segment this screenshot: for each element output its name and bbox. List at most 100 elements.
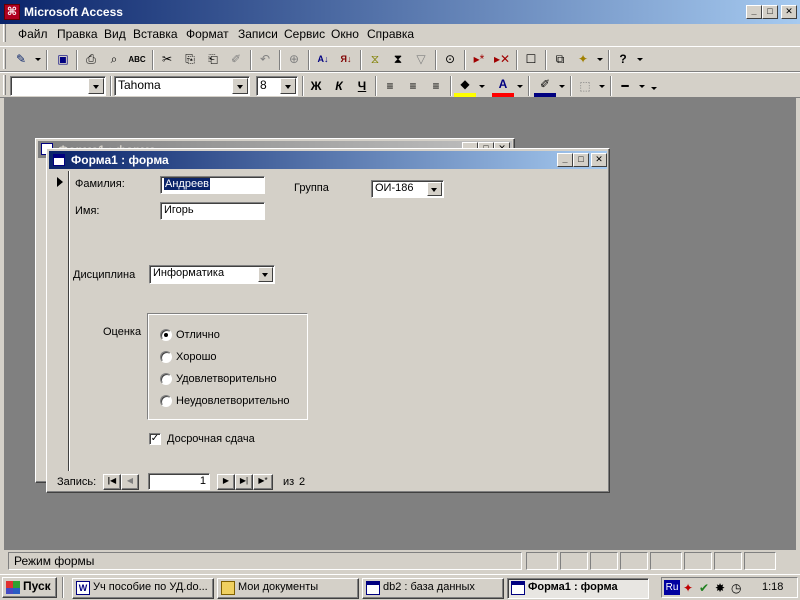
access-app-icon[interactable]: ⌘ (4, 4, 20, 20)
fill-color-icon[interactable]: ◆ (454, 75, 476, 97)
surname-field[interactable]: Андреев (160, 176, 265, 194)
prev-record-button[interactable]: ◀ (121, 474, 139, 490)
new-object-dropdown-arrow[interactable] (596, 48, 604, 70)
task-form-active[interactable]: Форма1 : форма (507, 578, 649, 599)
language-indicator[interactable]: Ru (664, 580, 680, 595)
paste-icon[interactable]: ⎗ (202, 48, 224, 70)
clock-icon[interactable]: ◷ (731, 581, 741, 595)
font-size-combo[interactable]: 8 (256, 76, 298, 96)
menu-edit[interactable]: Правка (57, 24, 98, 44)
toolbar-grip[interactable] (3, 75, 6, 95)
line-color-dropdown-arrow[interactable] (558, 75, 566, 97)
italic-icon[interactable]: К (328, 75, 350, 97)
format-painter-icon[interactable]: ✐ (225, 48, 247, 70)
line-width-dropdown-arrow[interactable] (638, 75, 646, 97)
help-icon[interactable]: ? (612, 48, 634, 70)
line-color-icon[interactable]: ✐ (534, 75, 556, 97)
discipline-combo[interactable]: Информатика (149, 265, 275, 284)
scheduler-icon[interactable]: ✸ (715, 581, 725, 595)
font-color-icon[interactable]: A (492, 75, 514, 97)
menu-tools[interactable]: Сервис (284, 24, 325, 44)
name-field[interactable]: Игорь (160, 202, 265, 220)
group-combo[interactable]: ОИ-186 (371, 180, 444, 198)
spelling-icon[interactable]: ABC (126, 48, 148, 70)
chevron-down-icon[interactable] (232, 78, 248, 94)
menu-file[interactable]: Файл (18, 24, 48, 44)
apply-filter-icon[interactable]: ▽ (410, 48, 432, 70)
cut-icon[interactable]: ✂ (156, 48, 178, 70)
last-record-button[interactable]: ▶| (235, 474, 253, 490)
delete-record-icon[interactable]: ▸✕ (491, 48, 513, 70)
properties-icon[interactable]: ☐ (520, 48, 542, 70)
task-my-documents[interactable]: Мои документы (217, 578, 359, 599)
close-button[interactable]: ✕ (591, 153, 607, 167)
form-window-title-bar[interactable]: Форма1 : форма _ □ ✕ (49, 151, 607, 169)
grade-radio-unsatisfactory[interactable] (160, 395, 172, 407)
first-record-button[interactable]: |◀ (103, 474, 121, 490)
align-left-icon[interactable]: ≡ (379, 75, 401, 97)
menu-help[interactable]: Справка (367, 24, 414, 44)
new-record-icon[interactable]: ▸* (468, 48, 490, 70)
filter-by-form-icon[interactable]: ⧗ (387, 48, 409, 70)
network-icon[interactable]: ✦ (683, 581, 693, 595)
minimize-button[interactable]: _ (746, 5, 762, 19)
app-title-bar[interactable]: ⌘ Microsoft Access _ □ ✕ (0, 0, 800, 24)
maximize-button[interactable]: □ (762, 5, 778, 19)
object-combo[interactable] (10, 76, 106, 96)
start-button[interactable]: Пуск (2, 577, 57, 598)
find-icon[interactable]: ⊙ (439, 48, 461, 70)
save-icon[interactable]: ▣ (52, 48, 74, 70)
border-icon[interactable]: ⬚ (574, 75, 596, 97)
early-pass-checkbox[interactable]: ✓ (149, 433, 161, 445)
chevron-down-icon[interactable] (258, 267, 273, 282)
grade-radio-satisfactory[interactable] (160, 373, 172, 385)
font-color-dropdown-arrow[interactable] (516, 75, 524, 97)
bold-icon[interactable]: Ж (305, 75, 327, 97)
database-window-icon[interactable]: ⧉ (549, 48, 571, 70)
align-center-icon[interactable]: ≡ (402, 75, 424, 97)
chevron-down-icon[interactable] (280, 78, 296, 94)
menu-view[interactable]: Вид (104, 24, 126, 44)
maximize-button[interactable]: □ (573, 153, 589, 167)
sort-ascending-icon[interactable]: A↓ (312, 48, 334, 70)
menu-insert[interactable]: Вставка (133, 24, 178, 44)
new-record-button[interactable]: ▶* (253, 474, 273, 490)
toolbar-options-arrow[interactable] (650, 77, 658, 99)
font-name-combo[interactable]: Tahoma (114, 76, 250, 96)
form-window[interactable]: Форма1 : форма _ □ ✕ Фамилия: Андреев Им… (46, 148, 610, 493)
sort-descending-icon[interactable]: Я↓ (335, 48, 357, 70)
antivirus-icon[interactable]: ✔ (699, 581, 709, 595)
line-width-icon[interactable]: ━ (614, 75, 636, 97)
menu-window[interactable]: Окно (331, 24, 359, 44)
copy-icon[interactable]: ⎘ (179, 48, 201, 70)
next-record-button[interactable]: ▶ (217, 474, 235, 490)
undo-icon[interactable]: ↶ (254, 48, 276, 70)
task-word-doc[interactable]: W Уч пособие по УД.do... (72, 578, 214, 599)
view-dropdown-arrow[interactable] (34, 48, 42, 70)
task-database[interactable]: db2 : база данных (362, 578, 504, 599)
menu-format[interactable]: Формат (186, 24, 229, 44)
taskbar-clock[interactable]: 1:18 (762, 581, 783, 593)
underline-icon[interactable]: Ч (351, 75, 373, 97)
help-dropdown-arrow[interactable] (636, 48, 644, 70)
menu-grip[interactable] (3, 24, 6, 42)
fill-color-dropdown-arrow[interactable] (478, 75, 486, 97)
print-preview-icon[interactable]: ⌕ (103, 48, 125, 70)
chevron-down-icon[interactable] (88, 78, 104, 94)
border-dropdown-arrow[interactable] (598, 75, 606, 97)
view-icon[interactable]: ✎ (10, 48, 32, 70)
record-number-field[interactable]: 1 (148, 473, 210, 490)
close-button[interactable]: ✕ (781, 5, 797, 19)
record-selector[interactable] (51, 171, 69, 471)
align-right-icon[interactable]: ≡ (425, 75, 447, 97)
filter-by-selection-icon[interactable]: ⧖ (364, 48, 386, 70)
insert-hyperlink-icon[interactable]: ⊕ (283, 48, 305, 70)
minimize-button[interactable]: _ (557, 153, 573, 167)
menu-records[interactable]: Записи (238, 24, 278, 44)
print-icon[interactable]: ⎙ (80, 48, 102, 70)
grade-radio-excellent[interactable] (160, 329, 172, 341)
chevron-down-icon[interactable] (427, 182, 442, 196)
grade-radio-good[interactable] (160, 351, 172, 363)
toolbar-grip[interactable] (3, 49, 6, 69)
new-object-icon[interactable]: ✦ (572, 48, 594, 70)
